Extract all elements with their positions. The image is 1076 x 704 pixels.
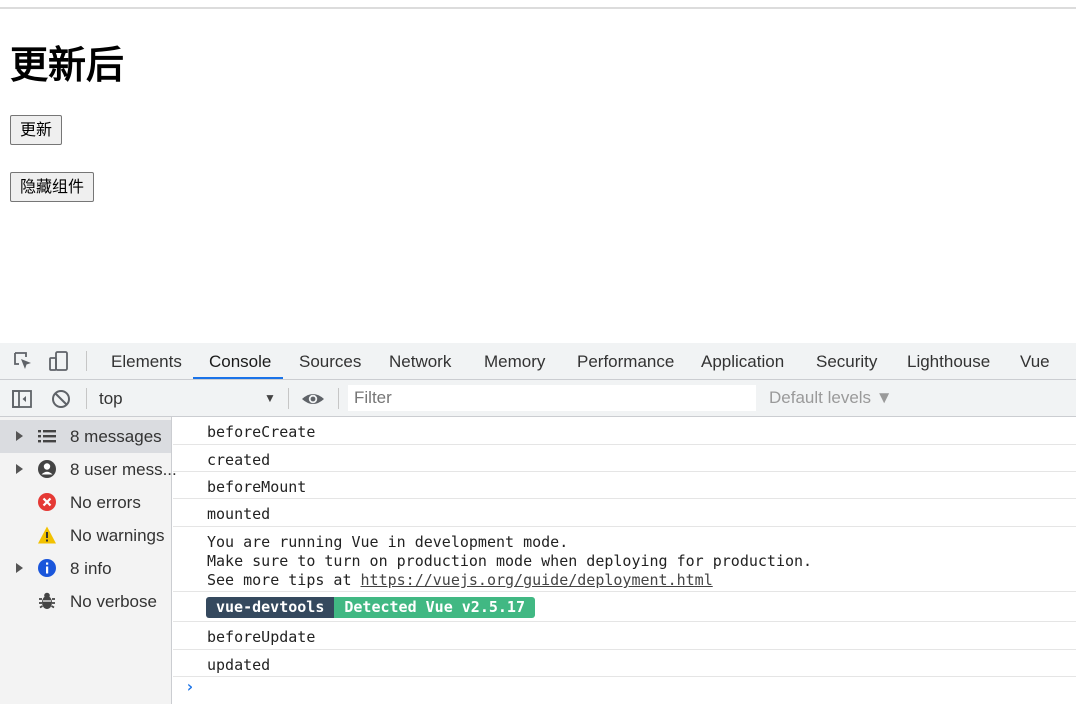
console-message-text: Make sure to turn on production mode whe…	[207, 552, 813, 570]
console-message-text: beforeMount	[207, 478, 307, 496]
sidebar-item-warnings[interactable]: No warnings	[0, 519, 171, 552]
tab-vue[interactable]: Vue	[1020, 343, 1050, 380]
sidebar-toggle-icon[interactable]	[11, 388, 33, 410]
sidebar-item-verbose[interactable]: No verbose	[0, 585, 171, 618]
sidebar-item-label: No verbose	[70, 592, 157, 611]
console-message-vue-dev-mode: You are running Vue in development mode.…	[173, 527, 1076, 592]
sidebar-item-label: 8 user mess...	[70, 460, 177, 479]
expand-triangle-icon[interactable]	[16, 464, 23, 474]
devtools-tabbar: Elements Console Sources Network Memory …	[0, 343, 1076, 380]
sidebar-item-label: 8 messages	[70, 427, 162, 446]
tab-lighthouse[interactable]: Lighthouse	[907, 343, 990, 380]
tab-sources[interactable]: Sources	[299, 343, 361, 380]
console-toolbar: top ▼ Default levels ▼	[0, 380, 1076, 417]
console-message-devtools-badge: vue-devtools Detected Vue v2.5.17	[173, 592, 1076, 622]
expand-triangle-icon[interactable]	[16, 431, 23, 441]
console-message: created	[173, 445, 1076, 472]
console-sidebar: 8 messages 8 user mess... No errors No w…	[0, 417, 177, 704]
console-prompt-chevron-icon[interactable]: ›	[185, 677, 195, 696]
context-selector-label: top	[99, 389, 123, 408]
hide-component-button[interactable]: 隐藏组件	[10, 172, 95, 202]
error-icon	[37, 492, 57, 512]
clear-console-icon[interactable]	[50, 388, 72, 410]
console-message-text: updated	[207, 656, 271, 674]
inspect-element-icon[interactable]	[12, 350, 34, 372]
console-message: mounted	[173, 499, 1076, 527]
console-message-prefix: See more tips at	[207, 571, 361, 589]
bug-icon	[37, 591, 57, 611]
tab-separator	[86, 351, 87, 371]
sidebar-item-messages[interactable]: 8 messages	[0, 420, 171, 453]
console-message-text: mounted	[207, 505, 271, 523]
tab-application[interactable]: Application	[701, 343, 784, 380]
tab-memory[interactable]: Memory	[484, 343, 545, 380]
live-expression-eye-icon[interactable]	[301, 388, 324, 410]
console-message-text: You are running Vue in development mode.	[207, 533, 569, 551]
toolbar-separator	[86, 388, 87, 409]
badge-detected-version: Detected Vue v2.5.17	[334, 597, 535, 618]
filter-input[interactable]	[348, 385, 756, 411]
tab-network[interactable]: Network	[389, 343, 451, 380]
context-selector[interactable]: top ▼	[92, 383, 280, 413]
toolbar-separator	[288, 388, 289, 409]
tab-elements[interactable]: Elements	[111, 343, 182, 380]
sidebar-item-errors[interactable]: No errors	[0, 486, 171, 519]
console-message: beforeUpdate	[173, 622, 1076, 650]
sidebar-item-label: 8 info	[70, 559, 112, 578]
deployment-guide-link[interactable]: https://vuejs.org/guide/deployment.html	[361, 571, 713, 589]
page-content: 更新后 更新 隐藏组件	[0, 9, 1076, 343]
user-icon	[37, 459, 57, 479]
console-message: updated	[173, 650, 1076, 677]
vue-devtools-badge: vue-devtools Detected Vue v2.5.17	[206, 597, 535, 618]
tab-console[interactable]: Console	[209, 343, 271, 380]
default-levels-dropdown[interactable]: Default levels ▼	[769, 388, 893, 408]
device-toolbar-icon[interactable]	[48, 350, 70, 372]
sidebar-item-label: No warnings	[70, 526, 165, 545]
console-message-text: beforeUpdate	[207, 628, 316, 646]
console-output: beforeCreate created beforeMount mounted…	[173, 417, 1076, 704]
console-message-text: See more tips at https://vuejs.org/guide…	[207, 571, 713, 589]
expand-triangle-icon[interactable]	[16, 563, 23, 573]
console-message-text: beforeCreate	[207, 423, 316, 441]
toolbar-separator	[338, 388, 339, 409]
devtools-panel: Elements Console Sources Network Memory …	[0, 343, 1076, 704]
badge-devtools-label: vue-devtools	[206, 597, 335, 618]
active-tab-indicator	[193, 377, 283, 379]
dropdown-arrow-icon: ▼	[264, 391, 276, 405]
tab-security[interactable]: Security	[816, 343, 877, 380]
list-icon	[37, 426, 57, 446]
console-message: beforeCreate	[173, 417, 1076, 445]
sidebar-item-label: No errors	[70, 493, 141, 512]
warning-icon	[37, 525, 57, 545]
console-message-text: created	[207, 451, 271, 469]
sidebar-item-user-messages[interactable]: 8 user mess...	[0, 453, 177, 486]
info-icon	[37, 558, 57, 578]
console-message: beforeMount	[173, 472, 1076, 499]
sidebar-item-info[interactable]: 8 info	[0, 552, 171, 585]
update-button[interactable]: 更新	[10, 115, 63, 145]
page-title: 更新后	[10, 43, 125, 87]
tab-performance[interactable]: Performance	[577, 343, 674, 380]
